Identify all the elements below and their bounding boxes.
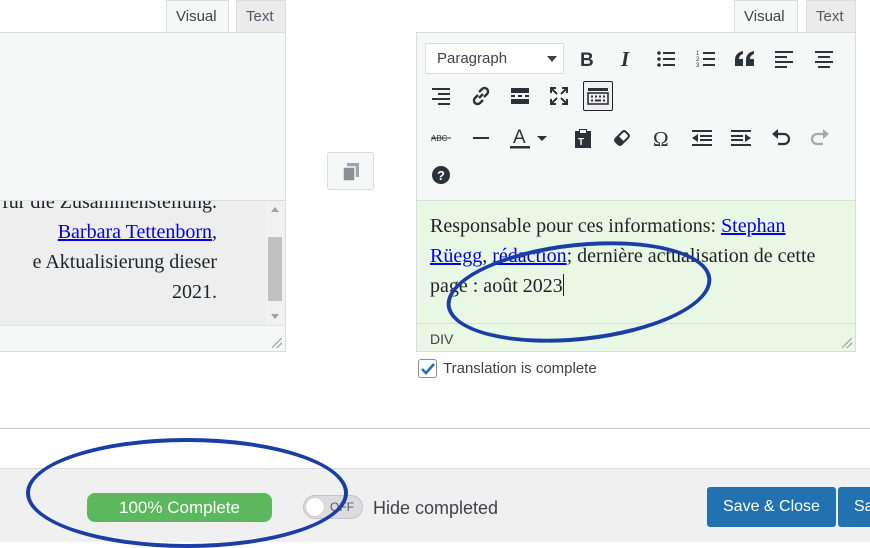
align-left-icon [775,51,793,68]
text-color-button[interactable]: A [505,123,535,153]
translation-editor-toolbar: Paragraph B I 123 ABC A T Ω ? [417,33,855,201]
indent-button[interactable] [726,123,756,153]
source-line-3: e Aktualisierung dieser [32,251,217,273]
align-center-button[interactable] [809,44,839,74]
undo-icon [772,129,791,146]
undo-button[interactable] [766,123,796,153]
italic-icon: I [620,49,630,69]
bulleted-list-icon [657,51,675,67]
paste-text-icon: T [575,129,591,148]
outdent-button[interactable] [687,123,717,153]
hide-completed-label: Hide completed [373,498,499,518]
align-right-button[interactable] [426,81,456,111]
text-color-icon: A [510,127,530,149]
link-icon [472,86,490,106]
special-character-icon: Ω [653,128,669,148]
paste-text-button[interactable]: T [568,123,598,153]
special-character-button[interactable]: Ω [647,123,677,153]
read-more-button[interactable] [505,81,535,111]
copy-icon [342,163,359,182]
svg-text:A: A [513,127,526,148]
source-editor: für die Zusammenstellung. Barbara Tetten… [0,32,286,352]
source-editor-content: für die Zusammenstellung. Barbara Tetten… [0,201,265,325]
numbered-list-icon: 123 [696,51,715,69]
text-color-dropdown[interactable] [534,123,550,153]
source-editor-toolbar [0,33,285,201]
fullscreen-icon [550,87,568,105]
chevron-down-icon [537,136,547,141]
scroll-up-icon[interactable] [271,207,279,212]
strikethrough-icon: ABC [431,134,451,143]
save-button[interactable]: Sa [838,487,870,527]
element-path[interactable]: DIV [430,331,453,347]
translation-text-prefix: Responsable pour ces informations: [430,215,722,237]
bold-button[interactable]: B [572,44,602,74]
resize-grip-icon[interactable] [842,338,852,348]
italic-button[interactable]: I [611,44,641,74]
translation-complete-row[interactable]: Translation is complete [418,356,597,380]
scroll-down-icon[interactable] [271,314,279,319]
resize-grip-icon[interactable] [272,338,282,348]
align-right-icon [432,88,450,105]
scrollbar-thumb[interactable] [268,237,282,301]
fullscreen-button[interactable] [544,81,574,111]
copy-to-translation-button[interactable] [327,152,374,190]
svg-text:?: ? [437,168,445,183]
redo-icon [810,129,829,146]
svg-text:B: B [580,50,594,69]
horizontal-line-button[interactable] [466,123,496,153]
clear-formatting-button[interactable] [607,123,637,153]
keyboard-help-button[interactable]: ? [426,160,456,190]
source-line-4: 2021. [172,281,217,303]
bold-icon: B [580,50,594,69]
toolbar-toggle-button[interactable] [583,81,613,111]
annotation-ellipse-progress [26,438,348,548]
toolbar-toggle-icon [587,88,609,105]
numbered-list-button[interactable]: 123 [691,44,721,74]
svg-text:Ω: Ω [653,128,669,148]
svg-text:I: I [620,49,630,69]
format-select-value: Paragraph [437,50,508,67]
align-center-icon [815,51,833,68]
indent-icon [731,130,751,146]
outdent-icon [692,130,712,146]
strikethrough-button[interactable]: ABC [426,123,456,153]
format-select[interactable]: Paragraph [425,43,564,74]
right-tab-text[interactable]: Text [806,0,856,34]
translation-complete-checkbox[interactable] [418,358,437,378]
help-icon: ? [432,166,450,184]
svg-text:T: T [578,137,584,148]
source-link-barbara[interactable]: Barbara Tettenborn [58,221,212,243]
left-tab-visual[interactable]: Visual [166,0,229,34]
redo-button[interactable] [805,123,835,153]
horizontal-line-icon [473,137,489,139]
insert-link-button[interactable] [466,81,496,111]
save-close-button[interactable]: Save & Close [707,487,836,527]
source-line-2: Barbara Tettenborn, [57,221,217,243]
divider [0,428,870,429]
checkmark-icon [421,362,435,375]
svg-text:3: 3 [696,63,700,69]
read-more-icon [511,88,529,104]
right-tab-visual[interactable]: Visual [734,0,798,34]
clear-formatting-icon [614,130,630,146]
translation-complete-label: Translation is complete [443,359,597,377]
source-scrollbar[interactable] [265,201,285,325]
bulleted-list-button[interactable] [651,44,681,74]
blockquote-icon [735,51,754,66]
source-line-1: für die Zusammenstellung. [2,201,217,213]
blockquote-button[interactable] [730,44,760,74]
left-tab-text[interactable]: Text [236,0,286,34]
align-left-button[interactable] [769,44,799,74]
chevron-down-icon [547,56,557,62]
source-status-bar [0,325,285,351]
